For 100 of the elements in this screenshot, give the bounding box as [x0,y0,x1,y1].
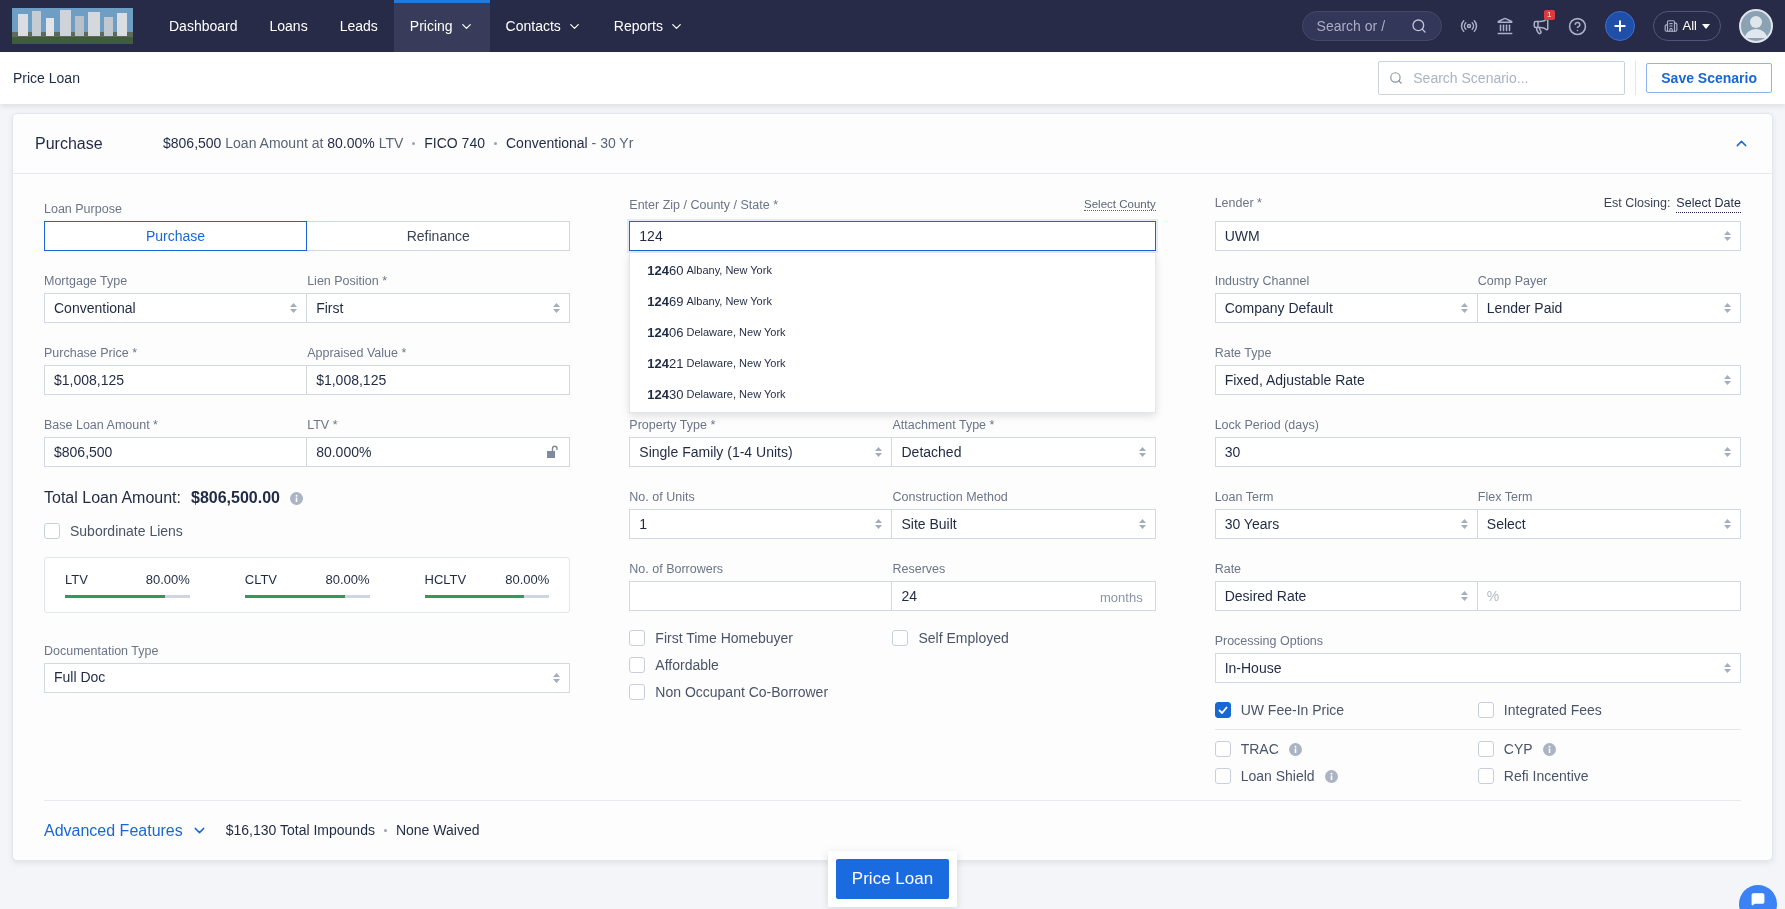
select-field[interactable]: Conventional [44,293,308,323]
select-field[interactable]: Full Doc [44,662,571,693]
search-icon [1410,18,1427,34]
select-field[interactable]: Select [1476,509,1741,539]
select-field[interactable]: Fixed, Adjustable Rate [1214,365,1741,395]
info-icon[interactable] [1542,742,1556,756]
field-label: Construction Method [892,490,1008,504]
input-field[interactable]: % [1476,581,1741,611]
nav-tab[interactable]: Contacts [489,0,598,52]
field-label: Rate Type [1214,346,1272,360]
field-label: Rate [1214,562,1242,576]
suggestion-item[interactable]: 12421 Delaware, New York [630,348,1155,379]
toggle-option[interactable]: Purchase [44,221,308,251]
suggestion-item[interactable]: 12430 Delaware, New York [630,379,1155,410]
scenario-title: Purchase [35,133,104,154]
add-button[interactable] [1604,11,1635,41]
bank-icon[interactable] [1495,17,1514,35]
ratio-value: 80.00% [505,571,550,589]
advanced-features-toggle[interactable]: Advanced Features [44,818,208,843]
zip-code: 12406 [647,323,684,342]
select-field[interactable]: Desired Rate [1214,581,1478,611]
suggestion-item[interactable]: 12469 Albany, New York [630,286,1155,317]
ratio-label: HCLTV [424,571,467,589]
zip-code: 12421 [647,354,684,373]
select-field[interactable]: 30 [1214,437,1741,467]
info-icon[interactable] [1324,769,1338,783]
input-field[interactable]: 124 [629,221,1156,251]
caret-icon [1702,23,1710,29]
select-field[interactable]: Single Family (1-4 Units) [629,437,893,467]
select-field[interactable]: Company Default [1214,293,1478,323]
place-name: Delaware, New York [686,387,786,403]
sort-icon [553,672,561,683]
field-label: Purchase Price * [44,346,138,360]
select-field[interactable]: 30 Years [1214,509,1478,539]
field-label: Flex Term [1477,490,1533,504]
toggle-option[interactable]: Refinance [306,221,571,251]
select-county-link[interactable]: Select County [1084,196,1156,211]
checkbox[interactable] [1214,702,1231,718]
input-field[interactable]: $806,500 [44,437,308,467]
checkbox-label: Non Occupant Co-Borrower [655,682,829,702]
input-field[interactable]: 80.000% [306,437,571,467]
nav-tab[interactable]: Loans [253,0,324,52]
notification-badge: 1 [1544,10,1555,20]
select-field[interactable]: Lender Paid [1476,293,1741,323]
field-label: No. of Units [629,490,695,504]
checkbox-label: First Time Homebuyer [655,628,794,648]
checkbox-label: Subordinate Liens [70,521,183,541]
checkbox-label: UW Fee-In Price [1240,700,1345,720]
impounds-text: $16,130 Total Impounds [225,821,375,840]
search-input[interactable]: Search Scenario... [1413,67,1615,89]
closing-label: Est Closing: [1603,195,1671,213]
input-field[interactable]: $1,008,125 [306,365,571,395]
unit-label: months [1100,589,1143,607]
suggestion-item[interactable]: 12460 Albany, New York [630,255,1155,286]
sort-icon [1460,519,1468,529]
checkbox-label: Refi Incentive [1503,766,1589,786]
field-label: Processing Options [1214,634,1324,648]
save-scenario-button[interactable]: Save Scenario [1646,63,1772,93]
field-label: Loan Term [1214,490,1274,504]
place-name: Delaware, New York [686,325,786,341]
nav-tab[interactable]: Leads [323,0,394,52]
search-input[interactable]: Search or / [1316,15,1411,37]
summary-text: $806,500 Loan Amount at 80.00% LTV [163,134,404,153]
field-label: Mortgage Type [44,274,128,288]
field-label: Appraised Value * [307,346,407,360]
megaphone-icon[interactable] [1531,17,1550,35]
input-field[interactable] [629,581,893,611]
nav-tab[interactable]: Reports [597,0,700,52]
select-field[interactable]: UWM [1214,221,1741,251]
select-field[interactable]: Detached [891,437,1156,467]
field-label: Reserves [892,562,946,576]
select-field[interactable]: 1 [629,509,893,539]
select-date-link[interactable]: Select Date [1676,193,1741,214]
sort-icon [553,303,561,313]
suggestion-item[interactable]: 12406 Delaware, New York [630,317,1155,348]
sort-icon [875,447,883,457]
checkbox-label: Integrated Fees [1503,700,1602,720]
price-loan-button[interactable]: Price Loan [835,859,950,899]
info-icon[interactable] [1288,742,1302,756]
help-icon[interactable] [1567,16,1587,36]
nav-tab[interactable]: Dashboard [153,0,254,52]
search-field[interactable]: Search or / [1301,11,1442,41]
checkbox-label: Self Employed [918,628,1009,648]
sort-icon [1724,303,1731,313]
input-field[interactable]: $1,008,125 [44,365,308,395]
field-label: Enter Zip / County / State * [629,197,778,211]
avatar[interactable] [1739,9,1773,43]
select-field[interactable]: Site Built [891,509,1156,539]
select-field[interactable]: First [306,293,571,323]
place-name: Delaware, New York [686,356,786,372]
sort-icon [875,519,883,529]
broadcast-icon[interactable] [1459,17,1478,35]
field-label: Documentation Type [44,643,159,658]
select-field[interactable]: In-House [1214,653,1741,683]
nav-tab[interactable]: Pricing [393,0,490,52]
padlock-icon[interactable] [547,445,559,458]
sort-icon [1724,663,1731,673]
field-label: No. of Borrowers [629,562,724,576]
info-icon[interactable] [289,491,303,505]
checkbox-label: CYP [1503,739,1533,759]
